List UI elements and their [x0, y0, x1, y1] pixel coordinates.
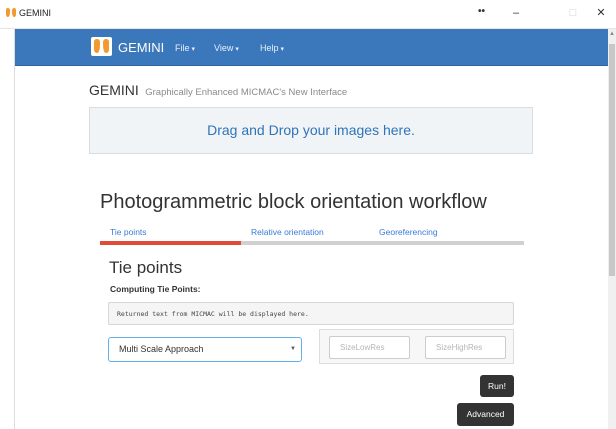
- page-heading: GEMINI Graphically Enhanced MICMAC's New…: [89, 82, 347, 100]
- window-extra-icon[interactable]: ••: [478, 6, 485, 17]
- close-button[interactable]: ✕: [594, 6, 608, 20]
- caret-down-icon: ▼: [290, 346, 296, 352]
- step-tie-points[interactable]: Tie points: [110, 227, 147, 237]
- section-title: Tie points: [109, 258, 183, 277]
- gemini-logo-icon[interactable]: [91, 37, 112, 56]
- size-low-res-input[interactable]: SizeLowRes: [329, 336, 410, 359]
- app-logo-icon: [6, 8, 16, 17]
- maximize-button[interactable]: □: [566, 6, 580, 20]
- menu-help[interactable]: Help ▾: [260, 43, 284, 53]
- workflow-progress-fill: [100, 241, 242, 245]
- menu-view[interactable]: View ▾: [214, 43, 239, 53]
- dropzone-text: Drag and Drop your images here.: [207, 122, 415, 138]
- scrollbar-thumb[interactable]: [609, 44, 615, 276]
- caret-down-icon: ▾: [235, 46, 239, 53]
- menu-help-label: Help: [260, 43, 279, 53]
- app-name: GEMINI: [89, 82, 139, 98]
- step-georeferencing[interactable]: Georeferencing: [379, 227, 438, 237]
- menu-file[interactable]: File ▾: [175, 43, 195, 53]
- window-titlebar: GEMINI •• – □ ✕: [0, 0, 616, 29]
- advanced-button[interactable]: Advanced: [457, 403, 514, 426]
- image-dropzone[interactable]: Drag and Drop your images here.: [89, 107, 533, 154]
- minimize-button[interactable]: –: [509, 6, 523, 20]
- window-title: GEMINI: [19, 8, 52, 18]
- method-select[interactable]: Multi Scale Approach ▼: [108, 337, 302, 362]
- resolution-params-panel: SizeLowRes SizeHighRes: [319, 329, 514, 364]
- navbar-brand[interactable]: GEMINI: [118, 40, 164, 55]
- caret-down-icon: ▾: [280, 46, 285, 53]
- workflow-title: Photogrammetric block orientation workfl…: [100, 191, 487, 213]
- size-high-res-input[interactable]: SizeHighRes: [425, 336, 506, 359]
- step-relative-orientation[interactable]: Relative orientation: [251, 227, 324, 237]
- caret-down-icon: ▾: [191, 46, 196, 53]
- app-subtitle: Graphically Enhanced MICMAC's New Interf…: [145, 87, 348, 98]
- section-subtitle: Computing Tie Points:: [110, 284, 201, 294]
- scroll-up-icon[interactable]: ▲: [609, 31, 615, 37]
- workflow-progress-bar: [100, 241, 524, 245]
- output-console: Returned text from MICMAC will be displa…: [108, 302, 514, 325]
- window-border: [14, 29, 15, 429]
- method-select-value: Multi Scale Approach: [119, 344, 204, 354]
- menu-view-label: View: [214, 43, 234, 53]
- app-navbar: GEMINI File ▾ View ▾ Help ▾: [15, 29, 608, 66]
- run-button[interactable]: Run!: [480, 375, 514, 397]
- menu-file-label: File: [175, 43, 190, 53]
